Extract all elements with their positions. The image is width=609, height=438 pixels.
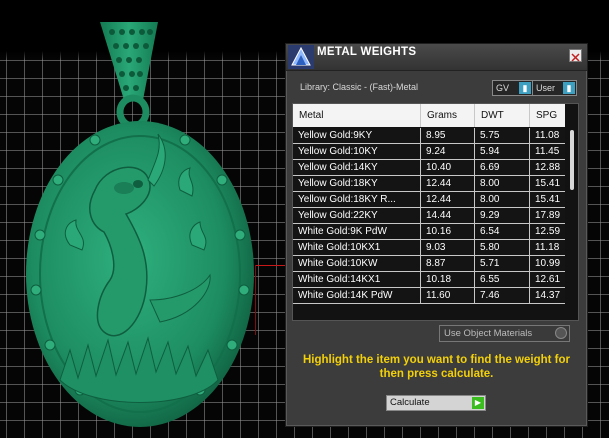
- table-row[interactable]: Yellow Gold:10KY 9.24 5.94 11.45: [293, 144, 565, 160]
- library-label: Library: Classic - (Fast)-Metal: [300, 82, 419, 92]
- calculate-label: Calculate: [390, 397, 430, 408]
- table-body: Yellow Gold:9KY 8.95 5.75 11.08 Yellow Gold…: [293, 128, 565, 304]
- chevron-down-icon: ▮: [563, 82, 575, 94]
- vertical-scrollbar[interactable]: [570, 130, 574, 190]
- spg-cell: 15.41: [535, 178, 561, 189]
- grams-cell: 9.24: [421, 144, 475, 159]
- dwt-cell: 6.55: [475, 272, 530, 287]
- instruction-text: Highlight the item you want to find the …: [302, 354, 571, 380]
- table-row[interactable]: Yellow Gold:18KY 12.44 8.00 15.41: [293, 176, 565, 192]
- gv-dropdown-label: GV: [496, 83, 510, 93]
- metal-cell: Yellow Gold:14KY: [293, 160, 421, 175]
- dwt-cell: 8.00: [475, 192, 530, 207]
- panel-title-bar[interactable]: METAL WEIGHTS: [286, 44, 587, 71]
- close-icon[interactable]: [569, 49, 582, 62]
- grams-cell: 10.16: [421, 224, 475, 239]
- spg-cell: 12.88: [535, 162, 561, 173]
- metal-cell: Yellow Gold:22KY: [293, 208, 421, 223]
- metal-cell: Yellow Gold:18KY: [293, 176, 421, 191]
- column-header-grams[interactable]: Grams: [421, 104, 475, 127]
- matrix-app-icon: [288, 45, 314, 69]
- table-header: Metal Grams DWT SPG: [293, 104, 565, 127]
- chevron-down-icon: [555, 327, 567, 339]
- grams-cell: 9.03: [421, 240, 475, 255]
- calculate-dropdown[interactable]: Calculate ▶: [386, 395, 486, 411]
- pendant-model[interactable]: [0, 0, 290, 438]
- metal-cell: White Gold:9K PdW: [293, 224, 421, 239]
- table-row[interactable]: Yellow Gold:18KY R... 12.44 8.00 15.41: [293, 192, 565, 208]
- dwt-cell: 6.69: [475, 160, 530, 175]
- spg-cell: 11.08: [535, 130, 560, 141]
- dwt-cell: 9.29: [475, 208, 530, 223]
- grams-cell: 8.95: [421, 128, 475, 143]
- play-icon[interactable]: ▶: [472, 397, 484, 409]
- spg-cell: 14.37: [535, 290, 561, 301]
- dwt-cell: 5.80: [475, 240, 530, 255]
- metal-cell: Yellow Gold:9KY: [293, 128, 421, 143]
- table-row[interactable]: White Gold:14K PdW 11.60 7.46 14.37: [293, 288, 565, 304]
- dwt-cell: 7.46: [475, 288, 530, 303]
- spg-cell: 12.59: [535, 226, 561, 237]
- dwt-cell: 6.54: [475, 224, 530, 239]
- spg-cell: 17.89: [535, 210, 561, 221]
- grams-cell: 12.44: [421, 192, 475, 207]
- spg-cell: 10.99: [535, 258, 561, 269]
- user-dropdown-label: User: [536, 83, 556, 93]
- metal-cell: White Gold:10KX1: [293, 240, 421, 255]
- column-header-spg[interactable]: SPG: [530, 104, 565, 127]
- table-row[interactable]: White Gold:10KX1 9.03 5.80 11.18: [293, 240, 565, 256]
- table-row[interactable]: Yellow Gold:22KY 14.44 9.29 17.89: [293, 208, 565, 224]
- user-dropdown[interactable]: User ▮: [532, 80, 577, 96]
- grams-cell: 14.44: [421, 208, 475, 223]
- grams-cell: 11.60: [421, 288, 475, 303]
- table-row[interactable]: Yellow Gold:9KY 8.95 5.75 11.08: [293, 128, 565, 144]
- grams-cell: 10.18: [421, 272, 475, 287]
- metal-cell: White Gold:14KX1: [293, 272, 421, 287]
- gv-dropdown[interactable]: GV ▮: [492, 80, 533, 96]
- table-row[interactable]: White Gold:10KW 8.87 5.71 10.99: [293, 256, 565, 272]
- grams-cell: 8.87: [421, 256, 475, 271]
- use-object-materials-dropdown[interactable]: Use Object Materials: [439, 325, 570, 342]
- metal-cell: White Gold:10KW: [293, 256, 421, 271]
- table-row[interactable]: Yellow Gold:14KY 10.40 6.69 12.88: [293, 160, 565, 176]
- column-header-metal[interactable]: Metal: [293, 104, 421, 127]
- dwt-cell: 5.94: [475, 144, 530, 159]
- spg-cell: 11.18: [535, 242, 560, 253]
- dwt-cell: 8.00: [475, 176, 530, 191]
- panel-title: METAL WEIGHTS: [317, 46, 417, 58]
- grams-cell: 10.40: [421, 160, 475, 175]
- grams-cell: 12.44: [421, 176, 475, 191]
- table-row[interactable]: White Gold:9K PdW 10.16 6.54 12.59: [293, 224, 565, 240]
- spg-cell: 11.45: [535, 146, 560, 157]
- spg-cell: 12.61: [535, 274, 561, 285]
- table-row[interactable]: White Gold:14KX1 10.18 6.55 12.61: [293, 272, 565, 288]
- chevron-down-icon: ▮: [519, 82, 531, 94]
- dwt-cell: 5.71: [475, 256, 530, 271]
- metal-cell: Yellow Gold:10KY: [293, 144, 421, 159]
- dwt-cell: 5.75: [475, 128, 530, 143]
- metal-weights-table: Metal Grams DWT SPG Yellow Gold:9KY 8.95 5…: [292, 103, 579, 321]
- spg-cell: 15.41: [535, 194, 561, 205]
- metal-weights-panel: METAL WEIGHTS Library: Classic - (Fast)-…: [285, 43, 588, 427]
- metal-cell: Yellow Gold:18KY R...: [293, 192, 421, 207]
- use-object-materials-label: Use Object Materials: [444, 328, 533, 339]
- column-header-dwt[interactable]: DWT: [475, 104, 530, 127]
- metal-cell: White Gold:14K PdW: [293, 288, 421, 303]
